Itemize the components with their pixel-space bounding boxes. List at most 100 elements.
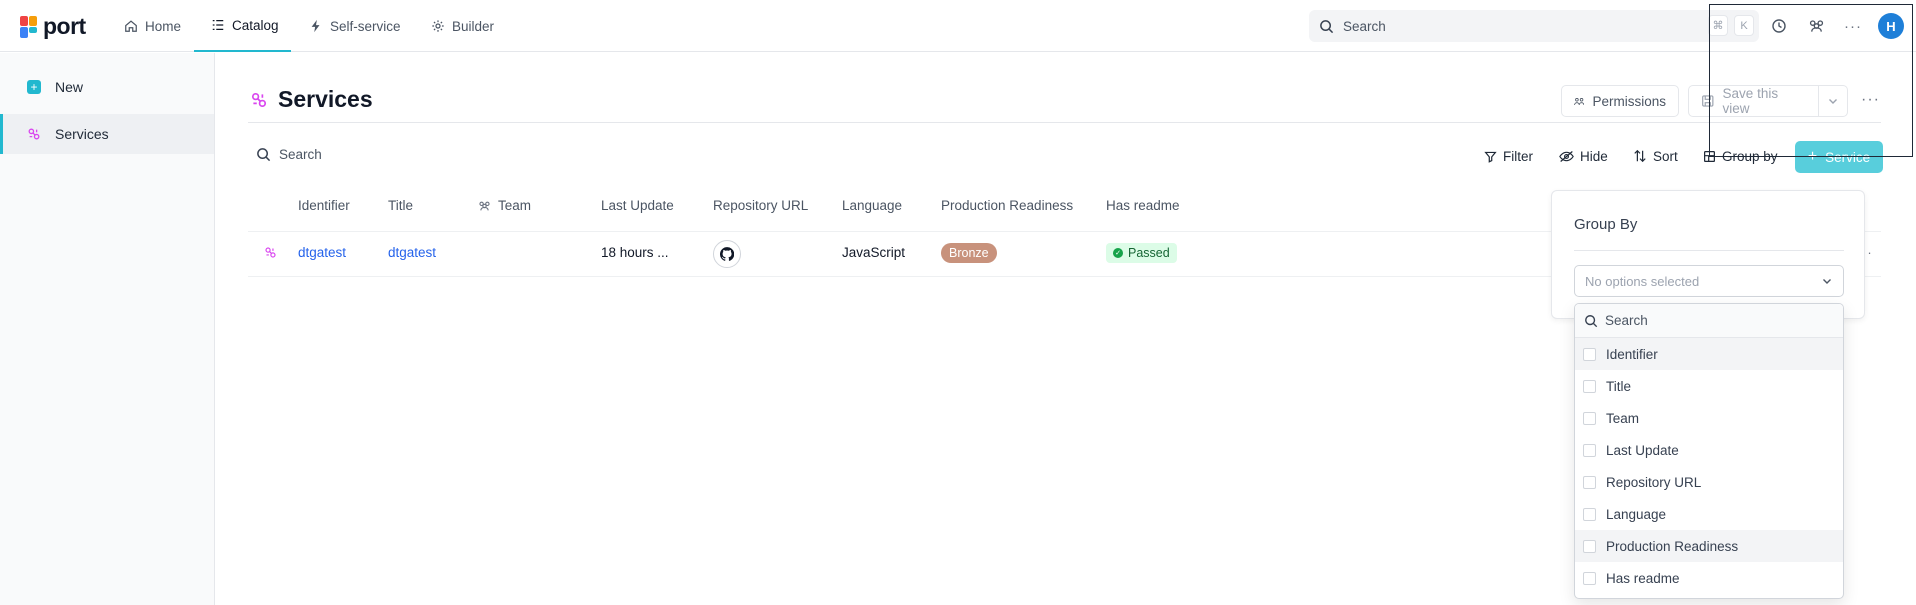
option-checkbox[interactable] [1583, 475, 1596, 489]
filter-label: Filter [1503, 148, 1533, 164]
hide-button[interactable]: Hide [1559, 145, 1608, 167]
cell-last-update: 18 hours ... [601, 245, 669, 260]
option-label: Language [1606, 506, 1667, 522]
sort-button[interactable]: Sort [1633, 145, 1678, 167]
search-icon [257, 148, 271, 162]
github-icon[interactable] [713, 240, 741, 268]
sidebar-item-new[interactable]: + New [0, 67, 214, 107]
option-label: Production Readiness [1606, 538, 1739, 554]
shortcut-key-k: K [1734, 15, 1754, 36]
sidebar-item-services[interactable]: Services [0, 114, 214, 154]
cell-language: JavaScript [842, 245, 906, 260]
option-checkbox[interactable] [1583, 539, 1596, 553]
hide-label: Hide [1580, 148, 1608, 164]
group-by-button[interactable]: Group by [1703, 145, 1778, 167]
option-checkbox[interactable] [1583, 443, 1596, 457]
add-service-button[interactable]: + Service [1795, 141, 1883, 173]
port-logo[interactable]: port [20, 13, 86, 40]
nav-catalog[interactable]: Catalog [194, 0, 291, 52]
nav-home-label: Home [145, 18, 182, 34]
group-by-option[interactable]: Has readme [1575, 562, 1843, 594]
bronze-badge: Bronze [941, 243, 997, 263]
cell-production-readiness: Bronze [941, 243, 997, 263]
group-by-divider [1574, 250, 1844, 251]
catalog-icon [212, 20, 224, 30]
chevron-down-icon [1823, 279, 1831, 284]
search-icon [1320, 19, 1334, 33]
column-header-production-readiness[interactable]: Production Readiness [941, 198, 1073, 213]
option-checkbox[interactable] [1583, 411, 1596, 425]
group-by-option[interactable]: Title [1575, 370, 1843, 402]
port-logo-icon [20, 15, 38, 38]
user-avatar[interactable]: H [1878, 13, 1904, 39]
column-header-team[interactable]: Team [478, 198, 531, 213]
save-icon [1702, 95, 1714, 107]
column-header-identifier[interactable]: Identifier [298, 198, 350, 213]
passed-badge: ✓ Passed [1106, 243, 1177, 263]
header-divider [248, 122, 1881, 123]
filter-button[interactable]: Filter [1484, 145, 1533, 167]
column-header-language[interactable]: Language [842, 198, 902, 213]
team-icon [479, 201, 490, 210]
group-by-option[interactable]: Identifier [1575, 338, 1843, 370]
column-header-has-readme[interactable]: Has readme [1106, 198, 1180, 213]
nav-self-service-label: Self-service [330, 18, 401, 34]
cell-has-readme: ✓ Passed [1106, 243, 1177, 263]
group-by-option[interactable]: Last Update [1575, 434, 1843, 466]
group-by-search-placeholder: Search [1605, 313, 1648, 328]
option-checkbox[interactable] [1583, 379, 1596, 393]
nav-self-service[interactable]: Self-service [309, 0, 401, 52]
sort-label: Sort [1653, 148, 1678, 164]
page-title: Services [278, 86, 373, 112]
column-header-team-label: Team [498, 198, 532, 213]
group-by-options-dropdown: Search Identifier Title Team Last Update… [1574, 303, 1844, 599]
group-by-option[interactable]: Team [1575, 402, 1843, 434]
group-by-title: Group By [1574, 216, 1638, 233]
group-by-panel: Group By No options selected [1551, 190, 1865, 319]
sidebar-item-services-label: Services [55, 126, 109, 142]
global-search-input[interactable]: Search ⌘ K [1309, 10, 1759, 42]
sort-icon [1634, 149, 1646, 163]
page-more-icon[interactable]: ··· [1861, 91, 1880, 109]
option-checkbox[interactable] [1583, 571, 1596, 585]
eye-off-icon [1559, 150, 1574, 162]
sidebar: + New Services [0, 53, 215, 605]
table-search-placeholder: Search [279, 147, 322, 162]
group-by-select[interactable]: No options selected [1574, 265, 1844, 297]
save-view-dropdown[interactable] [1818, 85, 1848, 117]
permissions-label: Permissions [1592, 93, 1666, 109]
table-search-input[interactable]: Search [256, 147, 322, 162]
check-icon: ✓ [1113, 248, 1123, 258]
nav-builder[interactable]: Builder [431, 0, 494, 52]
group-by-search-input[interactable]: Search [1575, 304, 1843, 338]
save-view-button[interactable]: Save this view [1688, 85, 1819, 117]
cell-repository-url[interactable] [713, 240, 741, 268]
group-by-option[interactable]: Production Readiness [1575, 530, 1843, 562]
more-menu-icon[interactable]: ··· [1841, 14, 1865, 38]
save-view-label: Save this view [1722, 86, 1779, 116]
option-label: Title [1606, 378, 1632, 394]
service-icon [28, 128, 40, 140]
column-header-repository-url[interactable]: Repository URL [713, 198, 808, 213]
page-header: Services [250, 86, 373, 113]
column-header-last-update[interactable]: Last Update [601, 198, 674, 213]
service-icon [251, 92, 267, 107]
cell-identifier[interactable]: dtgatest [298, 245, 346, 260]
column-header-title[interactable]: Title [388, 198, 413, 213]
history-icon[interactable] [1767, 14, 1791, 38]
home-icon [125, 20, 137, 32]
group-by-option[interactable]: Language [1575, 498, 1843, 530]
option-checkbox[interactable] [1583, 347, 1596, 361]
nav-catalog-label: Catalog [232, 17, 279, 33]
option-checkbox[interactable] [1583, 507, 1596, 521]
shortcut-key-cmd: ⌘ [1708, 15, 1728, 36]
cell-title[interactable]: dtgatest [388, 245, 436, 260]
chevron-down-icon [1828, 99, 1837, 104]
top-navbar: port Home Catalog Self-service Builder S… [0, 0, 1916, 52]
option-label: Has readme [1606, 570, 1680, 586]
permissions-icon [1574, 97, 1585, 105]
group-by-option[interactable]: Repository URL [1575, 466, 1843, 498]
nav-home[interactable]: Home [124, 0, 181, 52]
permissions-button[interactable]: Permissions [1561, 85, 1679, 117]
team-icon[interactable] [1804, 14, 1828, 38]
